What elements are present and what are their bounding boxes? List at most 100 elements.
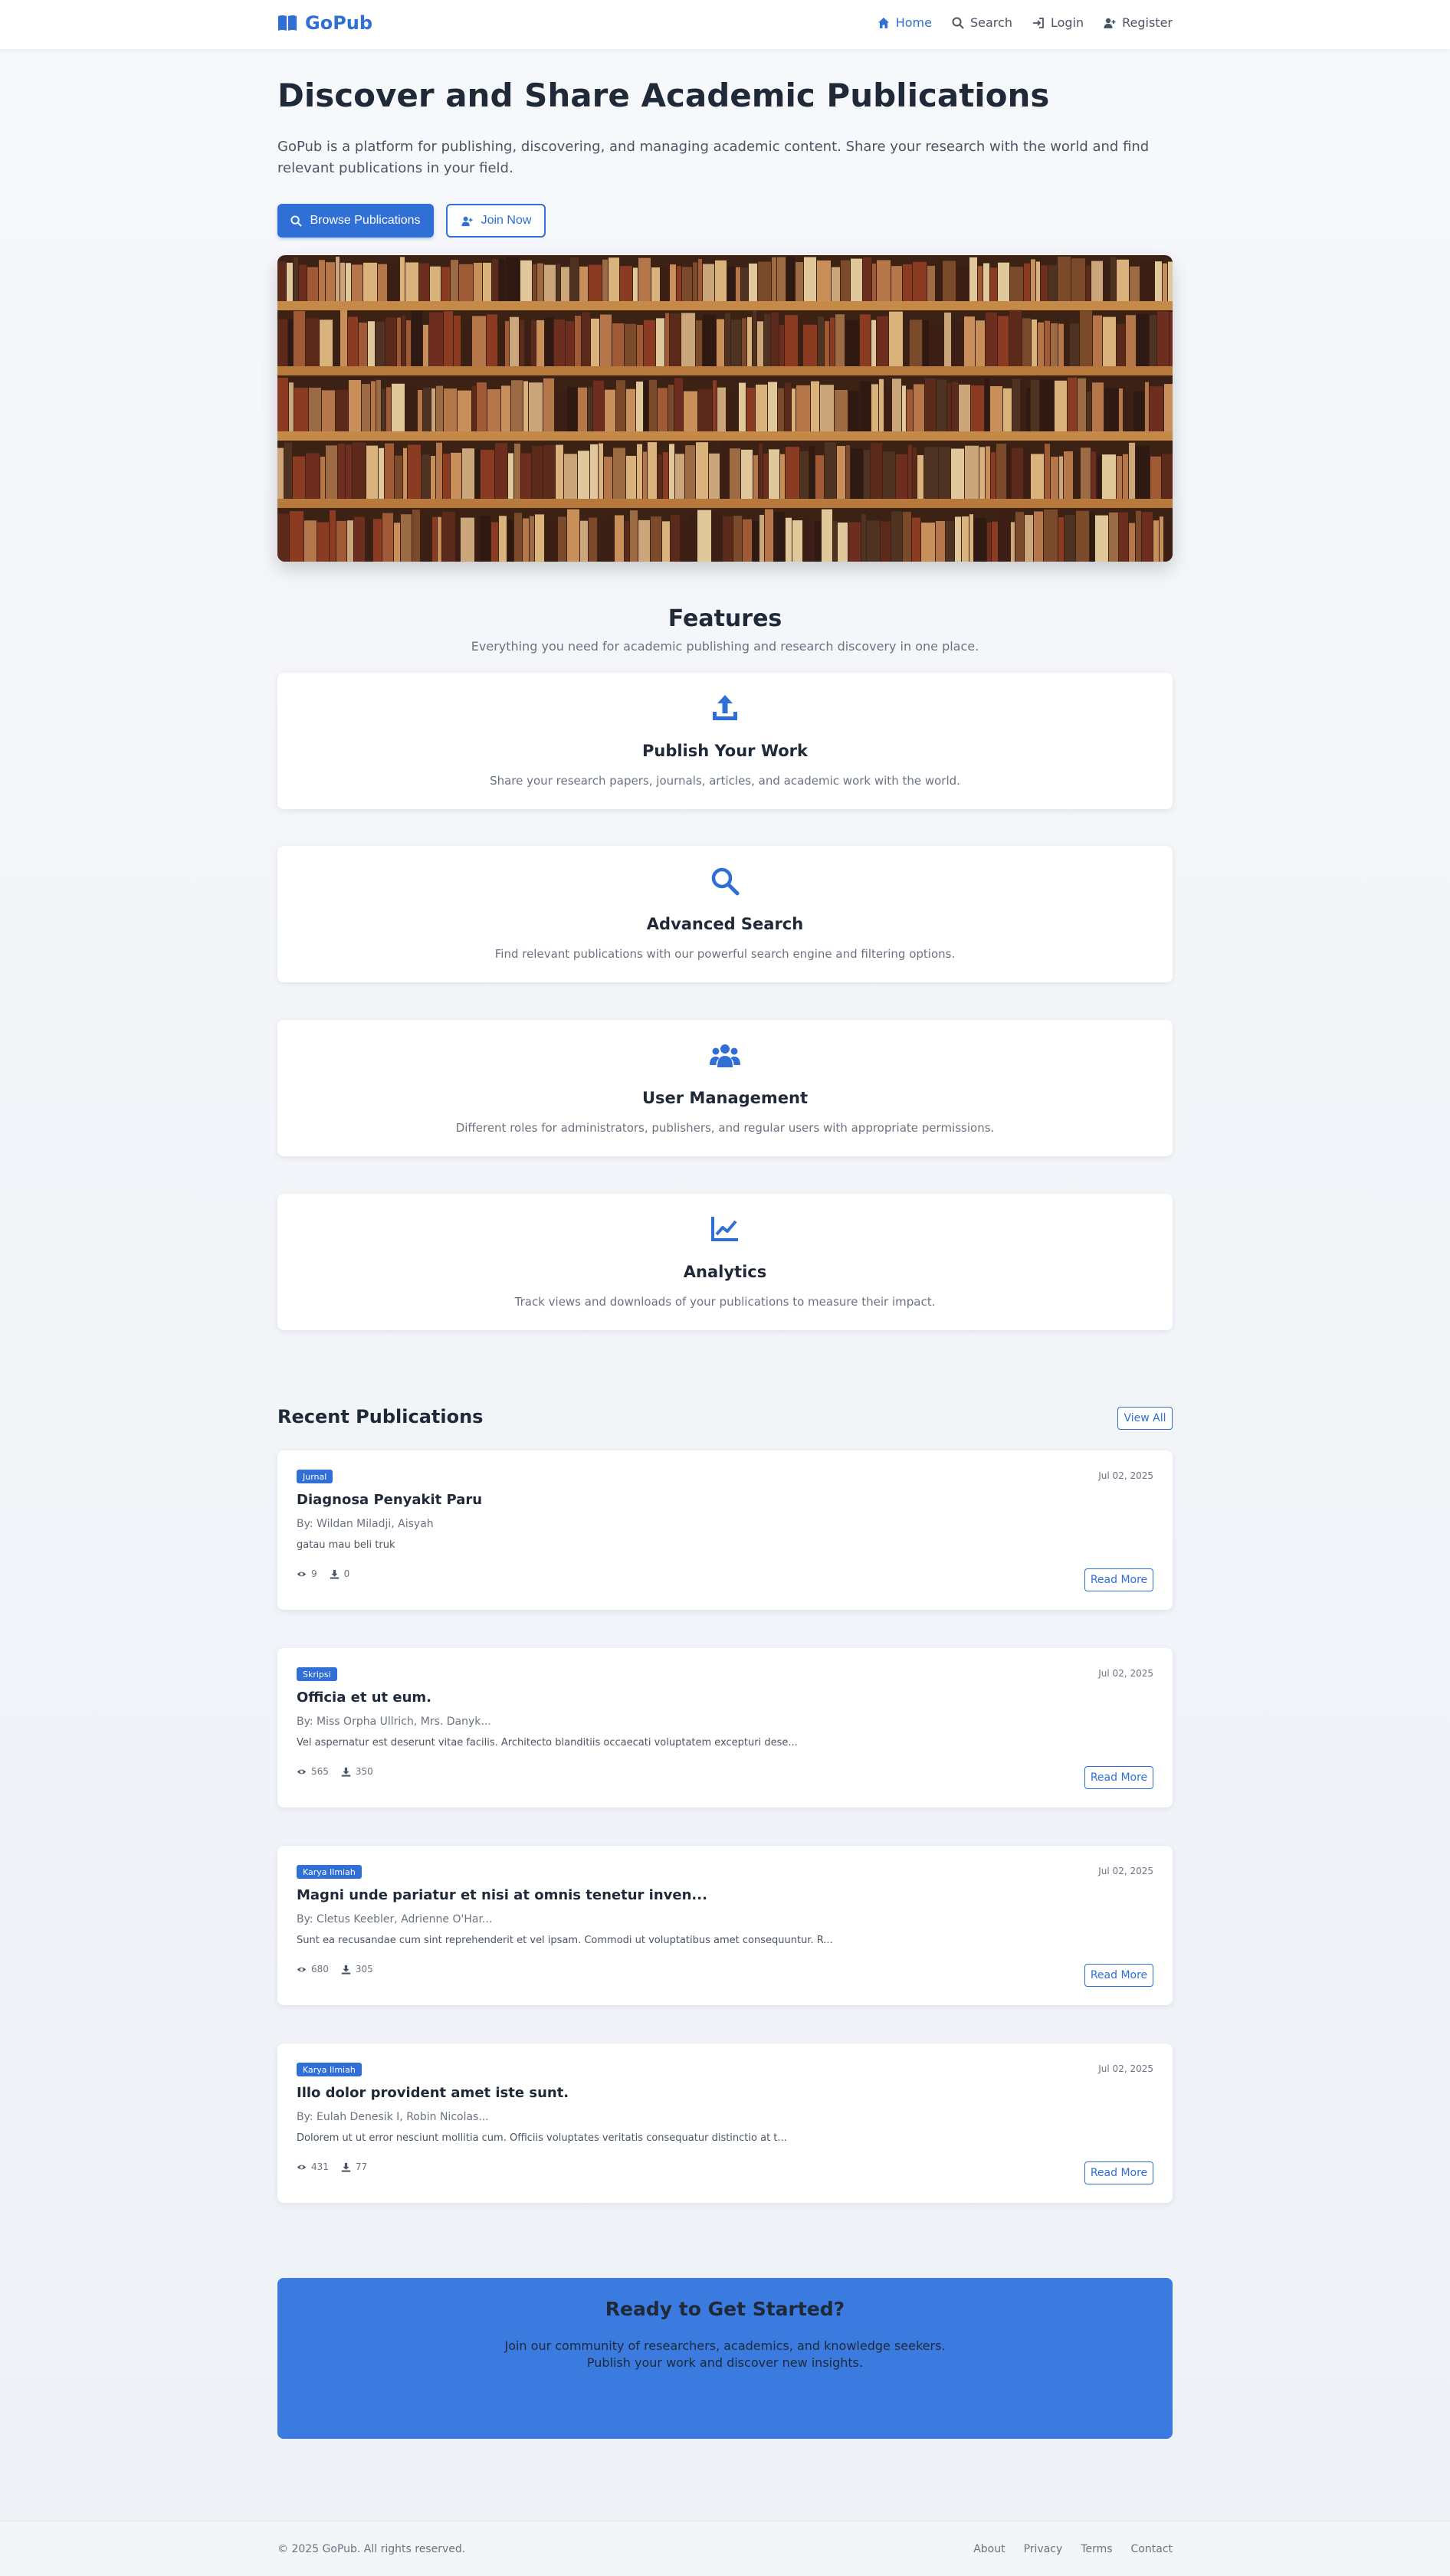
read-more-button[interactable]: Read More (1084, 1766, 1153, 1789)
book-spine (693, 262, 697, 301)
nav-home-link[interactable]: Home (878, 15, 932, 30)
book-spine (1003, 388, 1012, 431)
book-spine (1142, 512, 1153, 562)
book-spine (644, 320, 655, 366)
book-spine (1032, 319, 1037, 366)
read-more-button[interactable]: Read More (1084, 2161, 1153, 2184)
book-spine (454, 315, 461, 366)
downloads-count: 350 (355, 1766, 373, 1777)
book-spine (366, 518, 372, 562)
book-spine (373, 519, 382, 562)
publication-title[interactable]: Magni unde pariatur et nisi at omnis ten… (297, 1887, 707, 1903)
book-spine (1104, 264, 1110, 301)
book-spine (974, 518, 986, 562)
publication-title[interactable]: Diagnosa Penyakit Paru (297, 1492, 482, 1508)
nav-login-link[interactable]: Login (1032, 15, 1084, 30)
book-spine (511, 380, 523, 431)
book-spine (1031, 259, 1035, 301)
book-spine (1071, 258, 1085, 301)
book-spine (867, 520, 880, 562)
book-spine (937, 379, 946, 431)
book-spine (991, 452, 996, 499)
feature-card-publish: Publish Your Work Share your research pa… (277, 673, 1173, 809)
book-spine (952, 321, 963, 366)
book-spine (612, 323, 624, 366)
book-spine (397, 317, 401, 366)
book-spine (326, 445, 337, 499)
book-spine (346, 444, 352, 499)
book-spine (431, 388, 435, 431)
book-spine (749, 263, 757, 301)
book-spine (419, 263, 429, 301)
recent-publications-title: Recent Publications (277, 1406, 484, 1427)
book-spine (1012, 379, 1020, 431)
footer-link-terms[interactable]: Terms (1081, 2543, 1112, 2555)
book-spine (986, 312, 997, 366)
book-spine (507, 519, 513, 562)
browse-publications-label: Browse Publications (310, 214, 421, 227)
book-spine (904, 314, 909, 366)
book-spine (720, 442, 729, 499)
book-spine (438, 516, 441, 562)
book-spine (651, 516, 661, 562)
book-spine (889, 311, 903, 366)
book-spine (487, 389, 500, 431)
book-spine (763, 454, 768, 499)
view-all-button[interactable]: View All (1117, 1407, 1173, 1430)
book-spine (1097, 456, 1101, 499)
book-spine (727, 390, 738, 431)
views-count: 680 (311, 1964, 329, 1975)
brand-logo[interactable]: GoPub (277, 12, 372, 34)
book-spine (1045, 320, 1050, 366)
book-spine (936, 520, 945, 562)
read-more-button[interactable]: Read More (1084, 1568, 1153, 1591)
book-spine (609, 513, 614, 562)
book-spine (643, 451, 647, 499)
book-spine (626, 388, 635, 431)
book-spine (648, 442, 657, 499)
book-spine (820, 385, 834, 431)
book-spine (566, 321, 574, 366)
publication-abstract: Sunt ea recusandae cum sint reprehenderi… (297, 1935, 833, 1946)
book-spine (475, 516, 479, 562)
book-spine (430, 266, 441, 301)
nav-register-link[interactable]: Register (1104, 15, 1173, 30)
join-now-button[interactable]: Join Now (446, 204, 546, 238)
book-spine (903, 512, 911, 562)
book-spine (658, 388, 668, 431)
nav-search-link[interactable]: Search (952, 15, 1012, 30)
book-spine (765, 509, 773, 562)
book-spine (1022, 318, 1031, 366)
book-spine (863, 257, 871, 301)
book-spine (277, 377, 288, 431)
publication-stats: 680 305 (297, 1964, 373, 1975)
book-spine (913, 447, 917, 499)
footer-link-about[interactable]: About (973, 2543, 1005, 2555)
publication-title[interactable]: Officia et ut eum. (297, 1689, 431, 1706)
book-spine (588, 387, 592, 431)
read-more-button[interactable]: Read More (1084, 1964, 1153, 1987)
book-spine (498, 323, 504, 366)
book-spine (809, 520, 814, 562)
book-spine (1119, 512, 1128, 562)
feature-card-search: Advanced Search Find relevant publicatio… (277, 846, 1173, 982)
nav-home-label: Home (895, 15, 932, 30)
book-spine (386, 387, 391, 431)
book-spine (359, 322, 367, 366)
footer-link-privacy[interactable]: Privacy (1024, 2543, 1063, 2555)
book-spine (474, 262, 482, 301)
book-spine (730, 448, 740, 499)
book-spine (451, 452, 461, 499)
book-spine (545, 316, 553, 366)
book-spine (675, 454, 684, 499)
footer-link-contact[interactable]: Contact (1131, 2543, 1173, 2555)
views-stat: 431 (297, 2161, 329, 2172)
publication-title[interactable]: Illo dolor provident amet iste sunt. (297, 2085, 569, 2101)
book-spine (1168, 261, 1173, 301)
shelf-plank (277, 499, 1173, 508)
eye-icon (297, 1769, 307, 1774)
browse-publications-button[interactable]: Browse Publications (277, 204, 434, 238)
book-spine (309, 387, 321, 431)
book-spine (1081, 447, 1091, 499)
book-spine (284, 442, 292, 499)
